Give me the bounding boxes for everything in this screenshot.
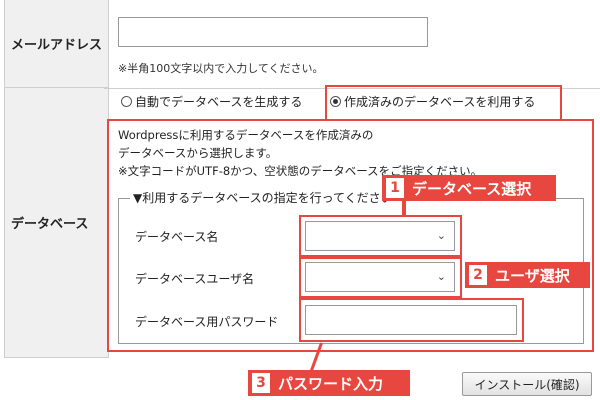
highlight-db-name (299, 215, 462, 257)
db-user-label: データベースユーザ名 (135, 272, 255, 286)
email-label: メールアドレス (5, 0, 109, 88)
highlight-db-user (299, 257, 462, 298)
callout-number: 3 (252, 373, 270, 393)
callout-user-select: 2 ユーザ選択 (465, 262, 590, 288)
radio-off-icon (121, 96, 132, 107)
callout-number: 1 (386, 178, 404, 198)
callout-text: データベース選択 (412, 179, 532, 198)
radio-auto-create-label: 自動でデータベースを生成する (135, 95, 303, 109)
email-field[interactable] (118, 17, 428, 47)
db-fieldset-legend: ▼利用するデータベースの指定を行ってください (130, 189, 396, 206)
email-note: ※半角100文字以内で入力してください。 (118, 62, 324, 75)
callout-text: ユーザ選択 (495, 266, 570, 285)
radio-auto-create[interactable]: 自動でデータベースを生成する (121, 93, 302, 110)
db-description-line-2: データベースから選択します。 (118, 146, 278, 160)
callout-number: 2 (469, 265, 487, 285)
db-password-label: データベース用パスワード (135, 315, 279, 329)
highlight-db-password (299, 298, 524, 342)
callout-1-pointer (402, 201, 406, 216)
install-confirm-button[interactable]: インストール(確認) (462, 372, 592, 396)
db-name-label: データベース名 (135, 230, 219, 244)
callout-password-input: 3 パスワード入力 (248, 370, 410, 396)
db-description-line-1: Wordpressに利用するデータベースを作成済みの (118, 128, 374, 142)
database-label: データベース (5, 88, 109, 358)
highlight-tab (325, 85, 562, 121)
callout-db-select: 1 データベース選択 (382, 175, 556, 201)
callout-text: パスワード入力 (278, 374, 384, 393)
